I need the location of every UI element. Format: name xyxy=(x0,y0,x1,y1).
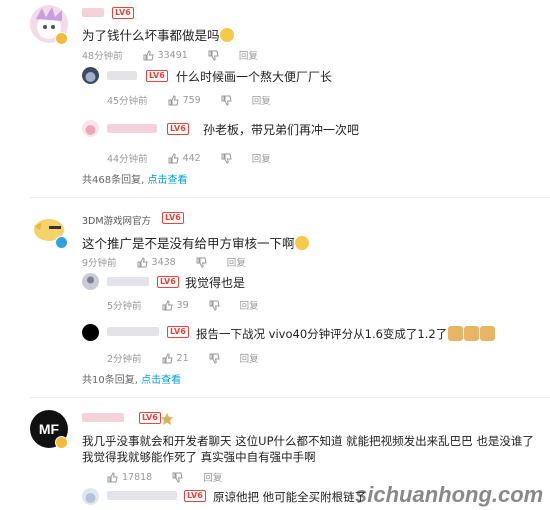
avatar[interactable] xyxy=(82,488,99,505)
username[interactable] xyxy=(107,491,177,500)
like-count: 759 xyxy=(182,94,201,106)
level-badge: LV6 xyxy=(184,490,206,502)
level-badge: LV6 xyxy=(162,212,184,224)
reply-button[interactable]: 回复 xyxy=(240,351,259,365)
reply-button[interactable]: 回复 xyxy=(252,93,271,107)
username[interactable] xyxy=(82,413,124,422)
doge-emoji-icon xyxy=(448,326,464,341)
thumbs-down-icon[interactable] xyxy=(196,257,207,268)
reply-button[interactable]: 回复 xyxy=(252,151,271,165)
doge-emoji-icon xyxy=(480,326,496,341)
username[interactable] xyxy=(107,327,159,336)
level-badge: LV6 xyxy=(167,326,189,338)
vip-badge-icon xyxy=(55,32,68,45)
level-badge: LV6 xyxy=(112,7,134,19)
divider xyxy=(30,397,550,398)
comment-text-line2: 我觉得我就够能作死了 真实强中自有强中手啊 xyxy=(82,450,316,464)
reply-text: 孙老板，带兄弟们再冲一次吧 xyxy=(203,123,360,137)
anime-avatar-icon xyxy=(85,493,96,503)
timestamp: 44分钟前 xyxy=(107,154,148,165)
thumbs-down-icon[interactable] xyxy=(209,353,220,364)
timestamp: 48分钟前 xyxy=(82,51,123,62)
comment-meta: 17818 回复 xyxy=(107,470,222,484)
view-replies-link[interactable]: 点击查看 xyxy=(141,375,181,386)
avatar[interactable] xyxy=(82,120,99,137)
character-avatar-icon xyxy=(85,72,96,82)
vip-badge-icon xyxy=(55,436,68,449)
level-badge: LV6 xyxy=(146,70,168,82)
timestamp: 2分钟前 xyxy=(107,354,142,365)
comment-meta: 48分钟前 33491 回复 xyxy=(82,48,258,63)
medal-icon xyxy=(161,410,173,425)
like-count: 3438 xyxy=(151,256,176,268)
username[interactable]: 3DM游戏网官方 xyxy=(82,213,151,227)
view-replies-link[interactable]: 点击查看 xyxy=(147,175,187,186)
reply-text: 我觉得也是 xyxy=(185,276,246,290)
smile-emoji-icon xyxy=(219,28,234,42)
official-badge-icon xyxy=(55,236,68,249)
thumbs-up-icon[interactable] xyxy=(168,94,179,106)
thumbs-up-icon[interactable] xyxy=(143,49,154,61)
user-avatar-icon xyxy=(87,276,94,284)
reply-button[interactable]: 回复 xyxy=(239,48,258,62)
reply-meta: 45分钟前 759 回复 xyxy=(107,93,271,108)
thumbs-down-icon[interactable] xyxy=(172,472,183,483)
thumbs-up-icon[interactable] xyxy=(162,352,173,364)
avatar[interactable] xyxy=(82,67,99,84)
reply-count: 共10条回复, xyxy=(82,375,138,386)
reply-summary: 共468条回复, 点击查看 xyxy=(82,171,187,186)
reply-meta: 5分钟前 39 回复 xyxy=(107,298,259,313)
avatar[interactable] xyxy=(82,273,99,290)
username[interactable] xyxy=(82,8,104,17)
reply-text: 原谅他把 他可能全买附根链了 xyxy=(213,490,367,504)
thumbs-down-icon[interactable] xyxy=(208,50,219,61)
comment-text: 为了钱什么坏事都做是吗 xyxy=(82,25,234,44)
timestamp: 9分钟前 xyxy=(82,258,117,269)
like-count: 21 xyxy=(176,352,189,364)
thumbs-down-icon[interactable] xyxy=(221,95,232,106)
reply-text: 什么时候画一个熬大便厂厂长 xyxy=(176,70,333,84)
level-badge: LV6 xyxy=(157,276,179,288)
reply-summary: 共10条回复, 点击查看 xyxy=(82,371,181,386)
divider xyxy=(30,197,550,198)
reply-button[interactable]: 回复 xyxy=(240,298,259,312)
watermark: sichuanhong.com xyxy=(355,482,544,507)
awkward-emoji-icon xyxy=(294,236,309,250)
reply-text: 报告一下战况 vivo40分钟评分从1.6变成了1.2了 xyxy=(196,326,496,342)
like-count: 17818 xyxy=(122,471,153,483)
timestamp: 5分钟前 xyxy=(107,301,142,312)
thumbs-down-icon[interactable] xyxy=(221,153,232,164)
reply-count: 共468条回复, xyxy=(82,175,145,186)
reply-meta: 2分钟前 21 回复 xyxy=(107,351,259,366)
avatar[interactable] xyxy=(82,324,99,341)
like-count: 39 xyxy=(176,299,189,311)
thumbs-up-icon[interactable] xyxy=(168,152,179,164)
like-count: 442 xyxy=(182,152,201,164)
comment-meta: 9分钟前 3438 回复 xyxy=(82,255,246,270)
doge-emoji-icon xyxy=(464,326,480,341)
thumbs-down-icon[interactable] xyxy=(209,300,220,311)
thumbs-up-icon[interactable] xyxy=(162,299,173,311)
thumbs-up-icon[interactable] xyxy=(107,471,118,483)
reply-button[interactable]: 回复 xyxy=(227,255,246,269)
reply-button[interactable]: 回复 xyxy=(203,470,222,484)
thumbs-up-icon[interactable] xyxy=(137,256,148,268)
like-count: 33491 xyxy=(157,49,188,61)
level-badge: LV6 xyxy=(167,123,189,135)
comment-text-line1: 我几乎没事就会和开发者聊天 这位UP什么都不知道 就能把视频发出来乱巴巴 也是没… xyxy=(82,434,534,448)
comment-text: 这个推广是不是没有给甲方审核一下啊 xyxy=(82,233,309,252)
mf-logo: MF xyxy=(38,421,60,437)
username[interactable] xyxy=(107,71,137,80)
level-badge: LV6 xyxy=(139,412,161,424)
timestamp: 45分钟前 xyxy=(107,96,148,107)
username[interactable] xyxy=(107,277,149,286)
username[interactable] xyxy=(107,124,157,133)
anime-avatar-icon xyxy=(85,125,96,135)
reply-meta: 44分钟前 442 回复 xyxy=(107,151,271,166)
